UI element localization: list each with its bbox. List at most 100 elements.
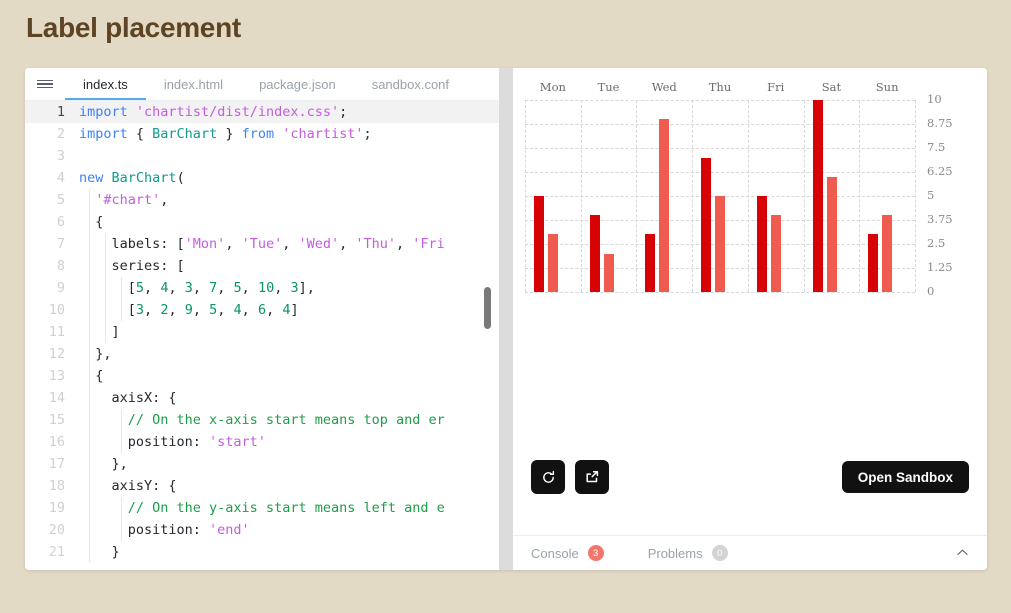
chart-bar bbox=[590, 215, 600, 292]
editor-tab-label: index.ts bbox=[83, 77, 128, 92]
code-line[interactable]: 3 bbox=[25, 145, 499, 167]
chart-gridline-vertical bbox=[804, 100, 805, 292]
chart-bar bbox=[868, 234, 878, 292]
bar-chart: MonTueWedThuFriSatSun 108.757.56.2553.75… bbox=[523, 80, 965, 300]
code-line-text: [5, 4, 3, 7, 5, 10, 3], bbox=[79, 277, 315, 299]
code-line[interactable]: 13 { bbox=[25, 365, 499, 387]
refresh-icon[interactable] bbox=[531, 460, 565, 494]
code-line[interactable]: 9 [5, 4, 3, 7, 5, 10, 3], bbox=[25, 277, 499, 299]
code-line[interactable]: 19 // On the y-axis start means left and… bbox=[25, 497, 499, 519]
chart-gridline-horizontal bbox=[525, 172, 915, 173]
chart-gridline-vertical bbox=[636, 100, 637, 292]
code-line[interactable]: 12 }, bbox=[25, 343, 499, 365]
code-line-text: position: 'start' bbox=[79, 431, 266, 453]
code-line-text: new BarChart( bbox=[79, 167, 185, 189]
code-line[interactable]: 6 { bbox=[25, 211, 499, 233]
line-number: 13 bbox=[25, 365, 79, 387]
code-line-text: { bbox=[79, 365, 103, 387]
chart-gridline-vertical bbox=[859, 100, 860, 292]
preview-bottom-bar: Console 3 Problems 0 bbox=[513, 535, 987, 570]
chart-y-tick-label: 3.75 bbox=[927, 212, 953, 226]
chart-gridline-vertical bbox=[692, 100, 693, 292]
problems-count-badge: 0 bbox=[712, 545, 728, 561]
editor-tab-index-html[interactable]: index.html bbox=[146, 68, 241, 100]
chart-y-tick-label: 7.5 bbox=[927, 140, 945, 154]
line-number: 8 bbox=[25, 255, 79, 277]
indent-guide bbox=[105, 233, 106, 343]
chart-y-tick-label: 5 bbox=[927, 188, 934, 202]
code-line[interactable]: 8 series: [ bbox=[25, 255, 499, 277]
chart-gridline-horizontal bbox=[525, 292, 915, 293]
code-line[interactable]: 2import { BarChart } from 'chartist'; bbox=[25, 123, 499, 145]
chart-bar bbox=[701, 158, 711, 292]
open-external-icon[interactable] bbox=[575, 460, 609, 494]
code-line-text: [3, 2, 9, 5, 4, 6, 4] bbox=[79, 299, 299, 321]
code-line-text: }, bbox=[79, 453, 128, 475]
editor-tab-bar: index.ts index.html package.json sandbox.co… bbox=[25, 68, 499, 101]
line-number: 10 bbox=[25, 299, 79, 321]
chevron-up-icon[interactable] bbox=[956, 546, 969, 560]
editor-tab-index-ts[interactable]: index.ts bbox=[65, 68, 146, 100]
hamburger-icon[interactable] bbox=[25, 68, 65, 100]
indent-guide bbox=[121, 409, 122, 453]
chart-bar bbox=[659, 119, 669, 292]
code-line[interactable]: 15 // On the x-axis start means top and … bbox=[25, 409, 499, 431]
code-line[interactable]: 18 axisY: { bbox=[25, 475, 499, 497]
editor-tab-package-json[interactable]: package.json bbox=[241, 68, 354, 100]
chart-x-tick-label: Mon bbox=[525, 80, 581, 94]
code-line-text: import 'chartist/dist/index.css'; bbox=[79, 101, 347, 123]
code-line[interactable]: 17 }, bbox=[25, 453, 499, 475]
code-line-text: }, bbox=[79, 343, 112, 365]
code-line[interactable]: 20 position: 'end' bbox=[25, 519, 499, 541]
editor-tab-sandbox-conf[interactable]: sandbox.conf bbox=[354, 68, 467, 100]
code-line-text: axisX: { bbox=[79, 387, 177, 409]
editor-pane: index.ts index.html package.json sandbox.co… bbox=[25, 68, 499, 570]
indent-guide bbox=[121, 277, 122, 321]
line-number: 5 bbox=[25, 189, 79, 211]
code-line[interactable]: 21 } bbox=[25, 541, 499, 563]
chart-bar bbox=[548, 234, 558, 292]
code-line[interactable]: 7 labels: ['Mon', 'Tue', 'Wed', 'Thu', '… bbox=[25, 233, 499, 255]
line-number: 16 bbox=[25, 431, 79, 453]
code-line[interactable]: 11 ] bbox=[25, 321, 499, 343]
line-number: 19 bbox=[25, 497, 79, 519]
line-number: 2 bbox=[25, 123, 79, 145]
chart-bar bbox=[534, 196, 544, 292]
line-number: 20 bbox=[25, 519, 79, 541]
chart-y-tick-label: 6.25 bbox=[927, 164, 953, 178]
code-line[interactable]: 4new BarChart( bbox=[25, 167, 499, 189]
codesandbox-embed: index.ts index.html package.json sandbox.co… bbox=[25, 68, 987, 570]
editor-tab-label: package.json bbox=[259, 77, 336, 92]
chart-bar bbox=[882, 215, 892, 292]
line-number: 7 bbox=[25, 233, 79, 255]
chart-y-tick-label: 0 bbox=[927, 284, 934, 298]
open-sandbox-button[interactable]: Open Sandbox bbox=[842, 461, 969, 493]
problems-tab[interactable]: Problems 0 bbox=[648, 545, 728, 561]
preview-action-row: Open Sandbox bbox=[531, 460, 969, 494]
chart-x-tick-label: Sat bbox=[804, 80, 860, 94]
code-line[interactable]: 14 axisX: { bbox=[25, 387, 499, 409]
indent-guide bbox=[89, 189, 90, 563]
chart-x-tick-label: Tue bbox=[581, 80, 637, 94]
code-line[interactable]: 5 '#chart', bbox=[25, 189, 499, 211]
editor-vertical-scrollbar[interactable] bbox=[481, 101, 495, 570]
chart-bar bbox=[715, 196, 725, 292]
indent-guide bbox=[121, 497, 122, 541]
code-line-text: // On the y-axis start means left and e bbox=[79, 497, 445, 519]
scrollbar-thumb[interactable] bbox=[484, 287, 491, 329]
chart-gridline-horizontal bbox=[525, 124, 915, 125]
code-line[interactable]: 16 position: 'start' bbox=[25, 431, 499, 453]
chart-x-tick-label: Wed bbox=[636, 80, 692, 94]
line-number: 11 bbox=[25, 321, 79, 343]
code-area[interactable]: 1import 'chartist/dist/index.css';2impor… bbox=[25, 101, 499, 570]
line-number: 3 bbox=[25, 145, 79, 167]
pane-divider[interactable] bbox=[499, 68, 513, 570]
console-tab[interactable]: Console 3 bbox=[531, 545, 604, 561]
chart-plot-area bbox=[525, 100, 915, 292]
line-number: 12 bbox=[25, 343, 79, 365]
code-line[interactable]: 10 [3, 2, 9, 5, 4, 6, 4] bbox=[25, 299, 499, 321]
code-line[interactable]: 1import 'chartist/dist/index.css'; bbox=[25, 101, 499, 123]
code-line-text: labels: ['Mon', 'Tue', 'Wed', 'Thu', 'Fr… bbox=[79, 233, 445, 255]
chart-gridline-horizontal bbox=[525, 100, 915, 101]
chart-bar bbox=[757, 196, 767, 292]
